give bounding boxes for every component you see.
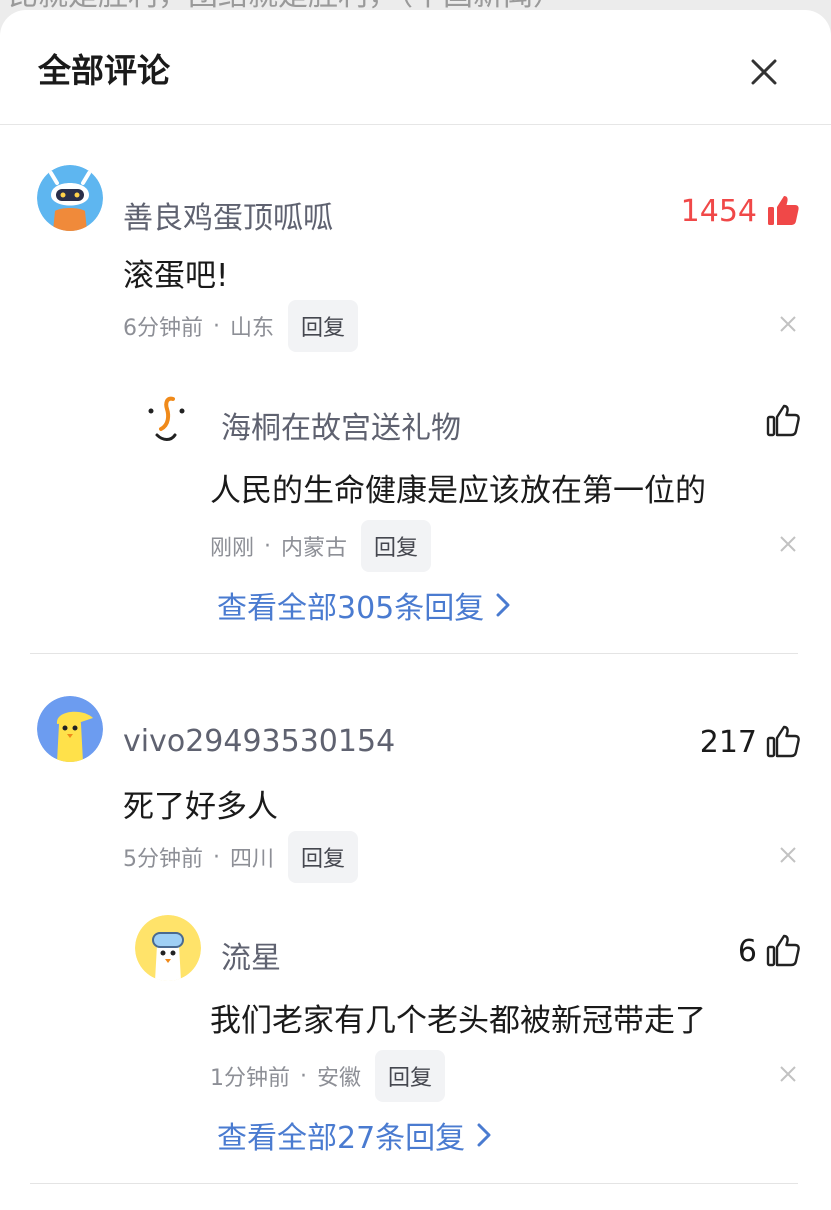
comment-meta: 1分钟前 · 安徽 回复 — [210, 1050, 446, 1102]
avatar[interactable] — [135, 385, 201, 451]
meta-separator: · — [213, 313, 220, 339]
thumbs-up-icon — [766, 725, 800, 758]
like-button[interactable]: 6 — [738, 933, 801, 969]
username[interactable]: 流星 — [221, 933, 281, 977]
like-count: 6 — [737, 933, 757, 969]
comment-location: 内蒙古 — [281, 536, 348, 561]
chevron-right-icon — [477, 1123, 491, 1147]
reply-button[interactable]: 回复 — [375, 1050, 446, 1102]
comment-text: 我们老家有几个老头都被新冠带走了 — [210, 1003, 706, 1039]
comment-location: 四川 — [230, 847, 275, 872]
avatar[interactable] — [135, 915, 201, 981]
dismiss-button[interactable] — [778, 1064, 798, 1084]
dismiss-button[interactable] — [778, 845, 798, 865]
avatar[interactable] — [37, 165, 103, 231]
meta-separator: · — [213, 844, 220, 870]
comment-text: 死了好多人 — [123, 789, 278, 825]
like-button[interactable]: 217 — [700, 724, 801, 760]
comment-text: 滚蛋吧! — [123, 258, 229, 294]
comment-time: 刚刚 — [210, 536, 255, 561]
chevron-right-icon — [496, 593, 510, 617]
username[interactable]: 海桐在故宫送礼物 — [221, 403, 461, 447]
username[interactable]: vivo29493530154 — [123, 724, 395, 759]
dismiss-button[interactable] — [778, 314, 798, 334]
view-all-label: 查看全部305条回复 — [217, 591, 485, 626]
thumbs-up-icon — [766, 404, 800, 437]
divider — [30, 1183, 798, 1184]
thumbs-up-filled-icon — [768, 196, 799, 225]
close-icon — [780, 847, 796, 863]
close-icon — [751, 59, 777, 85]
close-icon — [780, 1066, 796, 1082]
close-button[interactable] — [742, 50, 786, 94]
like-count: 1454 — [680, 193, 757, 229]
thumbs-up-icon — [766, 934, 800, 967]
comment-meta: 5分钟前 · 四川 回复 — [123, 831, 359, 883]
close-icon — [780, 536, 796, 552]
view-all-replies-link[interactable]: 查看全部305条回复 — [217, 583, 512, 627]
comment-text: 人民的生命健康是应该放在第一位的 — [210, 473, 706, 509]
like-button[interactable] — [757, 403, 801, 439]
view-all-replies-link[interactable]: 查看全部27条回复 — [217, 1113, 493, 1157]
comment-location: 山东 — [230, 316, 275, 341]
like-button[interactable]: 1454 — [681, 193, 801, 229]
avatar[interactable] — [37, 696, 103, 762]
close-icon — [780, 316, 796, 332]
comment-location: 安徽 — [317, 1066, 362, 1091]
view-all-label: 查看全部27条回复 — [217, 1121, 466, 1156]
divider — [30, 653, 798, 654]
reply-button[interactable]: 回复 — [288, 300, 359, 352]
reply-button[interactable]: 回复 — [288, 831, 359, 883]
meta-separator: · — [264, 533, 272, 559]
comment-meta: 刚刚 · 内蒙古 回复 — [210, 520, 432, 572]
meta-separator: · — [300, 1063, 307, 1089]
like-count: 217 — [699, 724, 757, 760]
comment-time: 1分钟前 — [210, 1066, 290, 1091]
username[interactable]: 善良鸡蛋顶呱呱 — [123, 193, 333, 237]
comment-time: 5分钟前 — [123, 847, 203, 872]
comments-sheet: 全部评论 善良鸡蛋顶呱呱 1454 滚蛋吧! 6分钟前 · 山东 回复 海桐在故… — [0, 10, 831, 1210]
comment-time: 6分钟前 — [123, 316, 203, 341]
comment-meta: 6分钟前 · 山东 回复 — [123, 300, 359, 352]
sheet-header: 全部评论 — [0, 10, 831, 125]
reply-button[interactable]: 回复 — [361, 520, 432, 572]
page-title: 全部评论 — [38, 51, 170, 90]
dismiss-button[interactable] — [778, 534, 798, 554]
